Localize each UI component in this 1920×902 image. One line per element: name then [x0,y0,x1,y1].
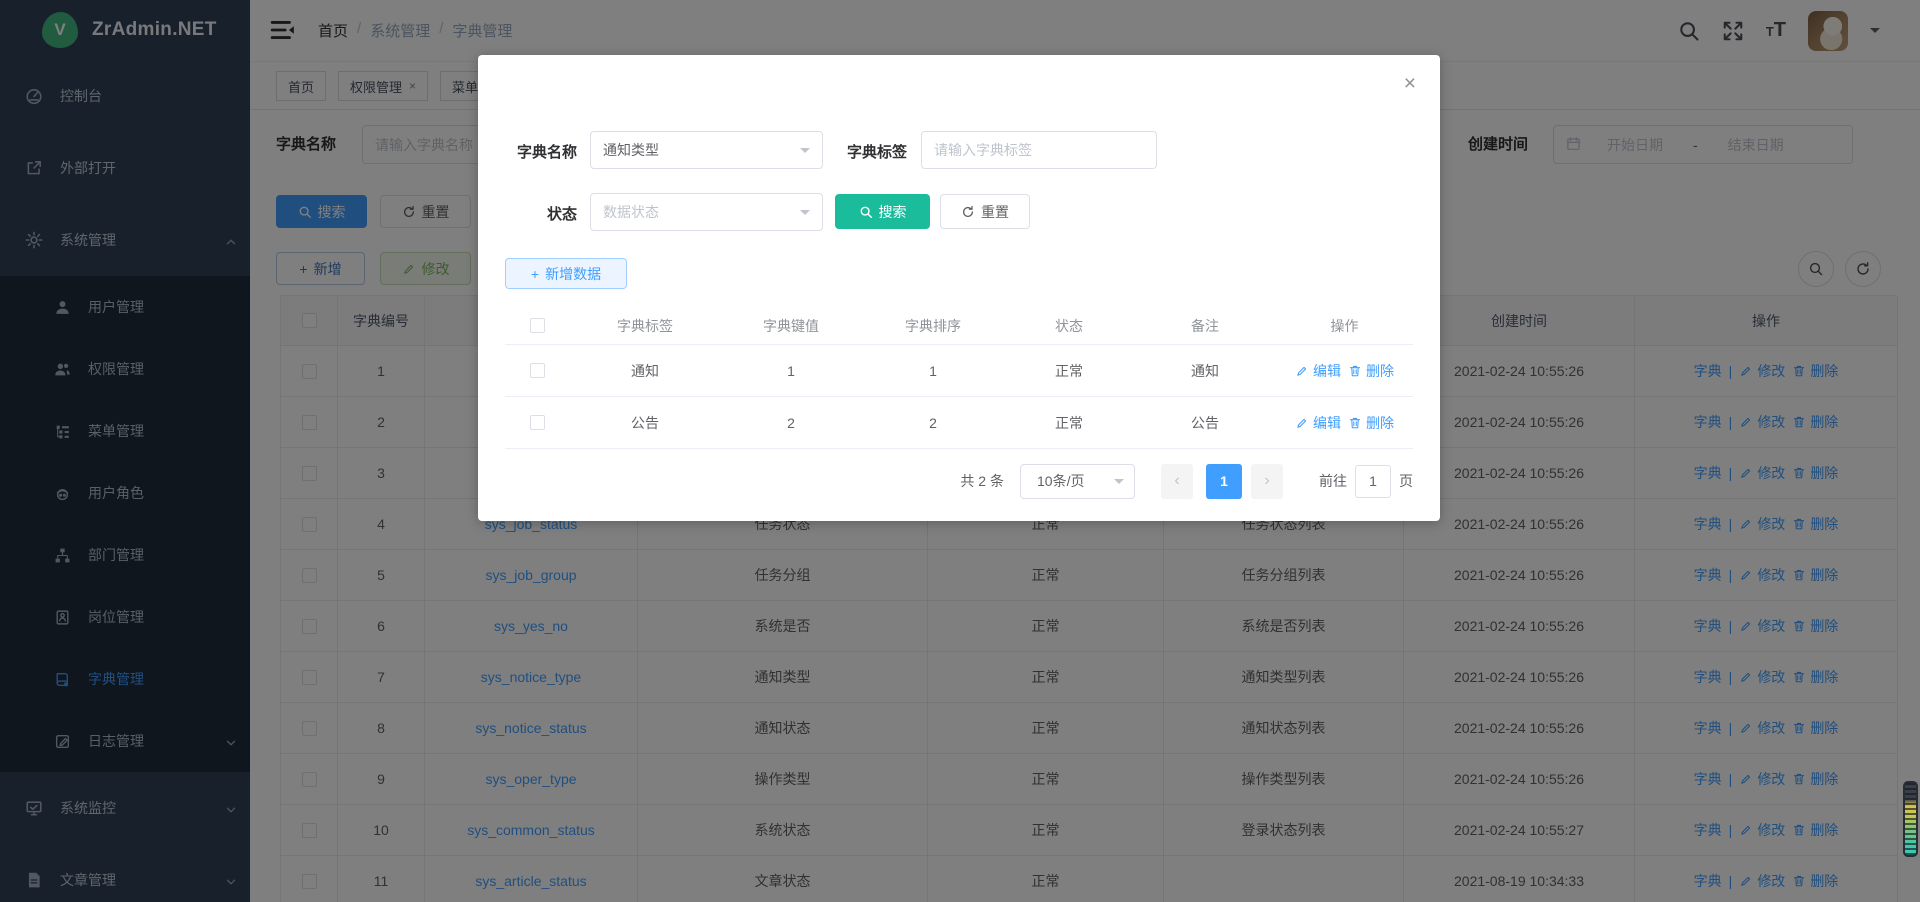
status-placeholder: 数据状态 [603,202,659,222]
dict-data-header: 字典标签 字典键值 字典排序 状态 备注 操作 [505,307,1413,345]
page-size-value: 10条/页 [1037,471,1084,491]
modal-status-select[interactable]: 数据状态 [590,193,823,231]
ops-cell: 编辑 删除 [1276,397,1413,449]
header-cell: 字典标签 [570,307,720,345]
chevron-down-icon [800,210,810,220]
add-data-label: 新增数据 [545,264,601,284]
next-page-button[interactable]: › [1251,464,1283,499]
modal-dict-name-select[interactable]: 通知类型 [590,131,823,169]
goto-page-input[interactable]: 1 [1355,465,1391,498]
delete-link[interactable]: 删除 [1348,361,1394,381]
close-icon[interactable]: × [1404,73,1416,94]
status-cell: 正常 [1004,345,1134,397]
modal-status-label: 状态 [505,203,577,224]
dict-label-cell: 通知 [570,345,720,397]
select-value: 通知类型 [603,140,659,160]
row-select-cell [505,397,570,449]
delete-link[interactable]: 删除 [1348,413,1394,433]
pagination: 共 2 条 10条/页 ‹ 1 › 前往 1 页 [478,463,1413,499]
dict-label-placeholder: 请输入字典标签 [934,140,1032,160]
current-page-button[interactable]: 1 [1206,464,1242,499]
row-checkbox[interactable] [530,363,545,378]
table-row: 公告22正常公告 编辑 删除 [505,397,1413,449]
table-row: 通知11正常通知 编辑 删除 [505,345,1413,397]
dict-data-dialog: × 字典名称 通知类型 字典标签 请输入字典标签 状态 数据状态 搜索 重置 +… [478,55,1440,521]
modal-reset-button[interactable]: 重置 [940,194,1030,229]
modal-reset-label: 重置 [981,202,1009,222]
row-select-cell [505,345,570,397]
goto-label: 前往 [1319,471,1347,491]
page-unit-label: 页 [1399,471,1413,491]
remark-cell: 公告 [1134,397,1276,449]
header-cell: 备注 [1134,307,1276,345]
dict-sort-cell: 1 [862,345,1004,397]
modal-dict-label-label: 字典标签 [835,141,907,162]
row-checkbox[interactable] [530,415,545,430]
dict-data-table: 字典标签 字典键值 字典排序 状态 备注 操作 通知11正常通知 编辑 删除公告… [505,307,1413,449]
page-size-select[interactable]: 10条/页 [1020,464,1135,499]
dict-sort-cell: 2 [862,397,1004,449]
edit-link[interactable]: 编辑 [1295,361,1341,381]
chevron-down-icon [800,148,810,158]
status-cell: 正常 [1004,397,1134,449]
scroll-indicator-widget[interactable] [1903,781,1918,857]
modal-search-label: 搜索 [879,202,907,222]
modal-dict-name-label: 字典名称 [505,141,577,162]
prev-page-button[interactable]: ‹ [1161,464,1193,499]
dict-value-cell: 2 [720,397,862,449]
pagination-total: 共 2 条 [960,471,1004,491]
header-cell: 字典排序 [862,307,1004,345]
select-all-checkbox[interactable] [530,318,545,333]
modal-search-button[interactable]: 搜索 [835,194,930,229]
edit-link[interactable]: 编辑 [1295,413,1341,433]
app-screen: V ZrAdmin.NET 控制台 外部打开 系统管理 用户管理 权限管理 [0,0,1920,902]
header-cell: 操作 [1276,307,1413,345]
plus-icon: + [531,266,539,282]
ops-cell: 编辑 删除 [1276,345,1413,397]
header-cell: 状态 [1004,307,1134,345]
header-checkbox-cell [505,307,570,345]
dict-data-body: 通知11正常通知 编辑 删除公告22正常公告 编辑 删除 [505,345,1413,449]
chevron-down-icon [1114,479,1124,489]
add-data-button[interactable]: + 新增数据 [505,258,627,289]
remark-cell: 通知 [1134,345,1276,397]
dict-label-cell: 公告 [570,397,720,449]
dict-value-cell: 1 [720,345,862,397]
header-cell: 字典键值 [720,307,862,345]
modal-dict-label-input[interactable]: 请输入字典标签 [921,131,1157,169]
